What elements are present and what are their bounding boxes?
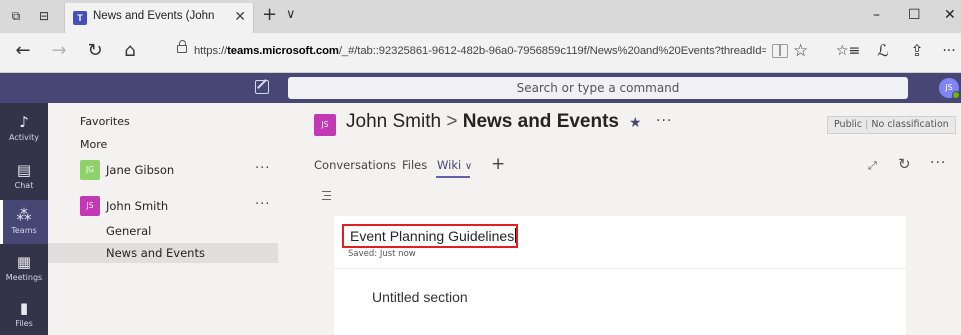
text-cursor (515, 228, 517, 243)
tab-files[interactable]: Files (402, 158, 427, 172)
chevron-down-icon[interactable]: ∨ (465, 161, 472, 172)
url-text[interactable]: https://teams.microsoft.com/_#/tab::9232… (194, 45, 766, 57)
favorite-channel-icon[interactable]: ★ (629, 115, 642, 131)
rail-item-meetings[interactable]: ▦ Meetings (0, 247, 48, 291)
tab-more-icon[interactable]: ··· (930, 155, 946, 171)
channel-item-general[interactable]: General (48, 221, 278, 241)
channel-name: General (106, 224, 152, 238)
bell-icon: ♪ (19, 113, 29, 131)
address-bar[interactable]: https://teams.microsoft.com/_#/tab::9232… (164, 40, 812, 66)
tab-wiki[interactable]: Wiki ∨ (437, 158, 472, 172)
main-content: JS John Smith > News and Events ★ ··· Pu… (278, 103, 961, 335)
close-window-button[interactable]: ✕ (944, 7, 956, 23)
add-tab-icon[interactable]: + (491, 154, 505, 174)
teams-favicon-icon: T (73, 11, 87, 25)
team-name: Jane Gibson (106, 163, 175, 177)
presence-status-icon (952, 91, 960, 99)
refresh-icon[interactable]: ↻ (84, 41, 106, 61)
wiki-page: Event Planning Guidelines Saved: Just no… (334, 216, 906, 335)
wiki-section-title[interactable]: Untitled section (372, 289, 468, 305)
back-icon[interactable]: ← (12, 41, 34, 61)
channel-item-news-and-events[interactable]: News and Events (48, 243, 278, 263)
team-avatar: JG (80, 160, 100, 180)
minimize-button[interactable]: – (873, 7, 880, 23)
compose-icon[interactable] (255, 80, 269, 94)
rail-item-chat[interactable]: ▤ Chat (0, 155, 48, 199)
refresh-tab-icon[interactable]: ↻ (898, 156, 911, 172)
tab-dropdown-icon[interactable]: ∨ (286, 7, 296, 23)
lock-icon (177, 40, 187, 53)
team-name: John Smith (106, 199, 169, 213)
channel-name: News and Events (462, 111, 619, 132)
favorite-star-icon[interactable]: ☆ (793, 41, 808, 61)
set-tabs-aside-icon[interactable]: ⊟ (37, 9, 51, 23)
new-tab-icon[interactable]: + (262, 6, 277, 24)
active-tab-indicator (436, 176, 470, 178)
maximize-button[interactable]: ☐ (908, 7, 921, 23)
breadcrumb-separator: > (446, 111, 458, 132)
browser-nav-bar: ← → ↻ ⌂ https://teams.microsoft.com/_#/t… (0, 33, 961, 73)
team-more-icon[interactable]: ··· (255, 197, 270, 212)
rail-label: Chat (14, 181, 34, 190)
reading-view-icon[interactable] (772, 44, 788, 58)
teams-header: Search or type a command JS (0, 73, 961, 103)
page-title: John Smith > News and Events (346, 111, 619, 133)
divider (334, 268, 906, 269)
channel-more-icon[interactable]: ··· (656, 113, 672, 129)
more-section-label[interactable]: More (80, 138, 107, 151)
table-of-contents-icon[interactable] (320, 191, 332, 201)
rail-label: Teams (11, 226, 37, 235)
teams-sidebar: Favorites More JG Jane Gibson ··· JS Joh… (48, 103, 278, 335)
rail-item-activity[interactable]: ♪ Activity (0, 107, 48, 151)
team-item-john-smith[interactable]: JS John Smith ··· (48, 194, 278, 220)
share-icon[interactable]: ⇪ (906, 41, 928, 61)
web-notes-icon[interactable]: ℒ (872, 41, 894, 61)
classification-badge: Public | No classification (827, 116, 956, 134)
calendar-icon: ▦ (16, 253, 32, 271)
tab-preview-icon[interactable]: ⧉ (9, 9, 23, 23)
chat-icon: ▤ (16, 161, 32, 179)
more-options-icon[interactable]: ··· (938, 41, 960, 61)
favorites-list-icon[interactable]: ☆≡ (836, 41, 860, 61)
close-tab-icon[interactable]: ✕ (234, 9, 246, 25)
team-avatar: JS (314, 114, 336, 136)
teams-icon: ⁂ (16, 206, 32, 224)
team-more-icon[interactable]: ··· (255, 161, 270, 176)
browser-tab-bar: ⧉ ⊟ T News and Events (John ✕ + ∨ – ☐ ✕ (0, 0, 961, 33)
wiki-title-text: Event Planning Guidelines (350, 228, 515, 244)
expand-icon[interactable]: ⤢ (868, 159, 877, 173)
forward-icon[interactable]: → (48, 41, 70, 61)
browser-tab-title: News and Events (John (93, 10, 215, 22)
tab-conversations[interactable]: Conversations (314, 158, 396, 172)
channel-name: News and Events (106, 246, 205, 260)
rail-label: Files (15, 319, 33, 328)
rail-item-files[interactable]: ▮ Files (0, 293, 48, 335)
wiki-title-field[interactable]: Event Planning Guidelines (342, 224, 518, 248)
app-rail: ♪ Activity ▤ Chat ⁂ Teams ▦ Meetings ▮ F… (0, 103, 48, 335)
rail-label: Activity (9, 133, 39, 142)
team-name: John Smith (346, 111, 442, 132)
favorites-section-label: Favorites (80, 115, 130, 128)
team-avatar: JS (80, 196, 100, 216)
search-input[interactable]: Search or type a command (288, 77, 908, 99)
saved-status: Saved: Just now (348, 249, 416, 259)
file-icon: ▮ (19, 299, 29, 317)
rail-item-teams[interactable]: ⁂ Teams (0, 200, 48, 244)
browser-tab-active[interactable]: T News and Events (John ✕ (64, 3, 254, 33)
home-icon[interactable]: ⌂ (119, 41, 141, 61)
team-item-jane-gibson[interactable]: JG Jane Gibson ··· (48, 158, 278, 184)
rail-label: Meetings (5, 273, 43, 282)
